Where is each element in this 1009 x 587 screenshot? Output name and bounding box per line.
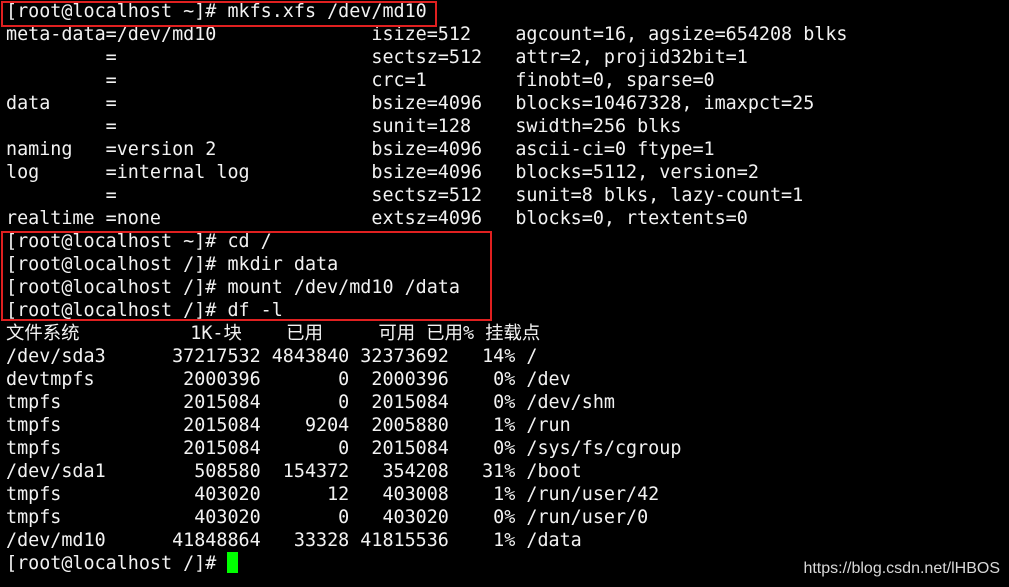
- text-cursor: [227, 552, 239, 573]
- output-line: = sunit=128 swidth=256 blks: [6, 116, 682, 137]
- command-line-mkdir: [root@localhost /]# mkdir data: [6, 254, 339, 275]
- df-row: /dev/sda1 508580 154372 354208 31% /boot: [6, 461, 582, 482]
- df-row: devtmpfs 2000396 0 2000396 0% /dev: [6, 369, 571, 390]
- output-line: = sectsz=512 sunit=8 blks, lazy-count=1: [6, 185, 804, 206]
- output-line: = crc=1 finobt=0, sparse=0: [6, 70, 715, 91]
- df-row: tmpfs 2015084 0 2015084 0% /sys/fs/cgrou…: [6, 438, 682, 459]
- command-line-cd: [root@localhost ~]# cd /: [6, 231, 272, 252]
- output-line: meta-data=/dev/md10 isize=512 agcount=16…: [6, 24, 848, 45]
- df-row: /dev/md10 41848864 33328 41815536 1% /da…: [6, 530, 582, 551]
- prompt-text: [root@localhost /]#: [6, 553, 228, 574]
- df-row: tmpfs 2015084 9204 2005880 1% /run: [6, 415, 571, 436]
- output-line: data = bsize=4096 blocks=10467328, imaxp…: [6, 93, 815, 114]
- terminal-output[interactable]: [root@localhost ~]# mkfs.xfs /dev/md10 m…: [6, 0, 1006, 575]
- df-row: /dev/sda3 37217532 4843840 32373692 14% …: [6, 346, 538, 367]
- output-line: log =internal log bsize=4096 blocks=5112…: [6, 162, 759, 183]
- df-row: tmpfs 403020 12 403008 1% /run/user/42: [6, 484, 660, 505]
- command-line-df: [root@localhost /]# df -l: [6, 300, 283, 321]
- output-line: naming =version 2 bsize=4096 ascii-ci=0 …: [6, 139, 715, 160]
- output-line: = sectsz=512 attr=2, projid32bit=1: [6, 47, 748, 68]
- df-row: tmpfs 2015084 0 2015084 0% /dev/shm: [6, 392, 615, 413]
- output-line: realtime =none extsz=4096 blocks=0, rtex…: [6, 208, 748, 229]
- command-line-mkfs: [root@localhost ~]# mkfs.xfs /dev/md10: [6, 1, 427, 22]
- df-header-row: 文件系统 1K-块 已用 可用 已用% 挂载点: [6, 323, 541, 344]
- watermark: https://blog.csdn.net/lHBOS: [803, 560, 1000, 577]
- command-line-mount: [root@localhost /]# mount /dev/md10 /dat…: [6, 277, 460, 298]
- df-row: tmpfs 403020 0 403020 0% /run/user/0: [6, 507, 649, 528]
